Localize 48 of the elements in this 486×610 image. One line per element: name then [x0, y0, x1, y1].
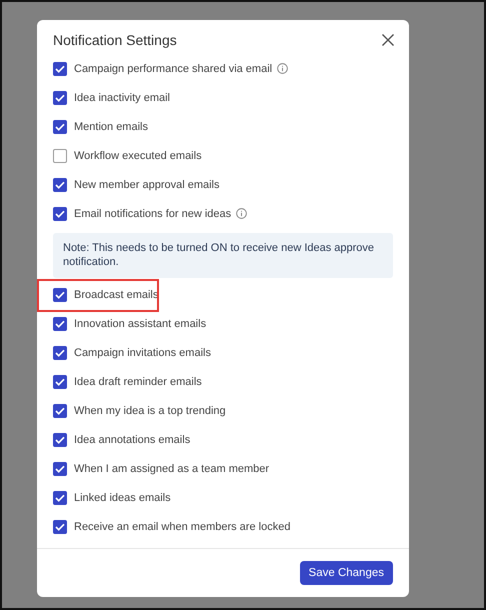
check-icon — [55, 94, 65, 102]
check-icon — [55, 406, 65, 414]
option-label: When my idea is a top trending — [74, 404, 226, 416]
check-icon — [55, 290, 65, 298]
option-label: Email notifications for new ideas — [74, 208, 232, 220]
check-icon — [55, 464, 65, 472]
option-label: Workflow executed emails — [74, 150, 202, 162]
checkbox[interactable] — [53, 490, 67, 504]
checkbox[interactable] — [53, 148, 67, 162]
option-label: Linked ideas emails — [74, 492, 171, 504]
option-label: Idea annotations emails — [74, 434, 190, 446]
checkbox[interactable] — [53, 62, 67, 76]
checkbox[interactable] — [53, 432, 67, 446]
note-text: Note: This needs to be turned ON to receive new Ideas approve notification. — [53, 233, 393, 278]
save-changes-button[interactable]: Save Changes — [300, 561, 393, 585]
option-label: Mention emails — [74, 120, 148, 132]
check-icon — [55, 378, 65, 386]
option-label: Idea draft reminder emails — [74, 376, 202, 388]
option-label: Broadcast emails — [74, 288, 158, 300]
close-button[interactable] — [381, 33, 395, 47]
checkbox[interactable] — [53, 520, 67, 534]
checkbox[interactable] — [53, 462, 67, 476]
option-label: Campaign performance shared via email — [74, 62, 272, 74]
check-icon — [55, 320, 65, 328]
option-label: Innovation assistant emails — [74, 318, 206, 330]
check-icon — [55, 210, 65, 218]
check-icon — [55, 522, 65, 530]
checkbox[interactable] — [53, 316, 67, 330]
option-label: When I am assigned as a team member — [74, 462, 270, 474]
option-label: Campaign invitations emails — [74, 346, 211, 358]
checkbox[interactable] — [53, 346, 67, 360]
option-label: Receive an email when members are locked — [74, 520, 290, 532]
option-label: Idea inactivity email — [74, 92, 170, 104]
check-icon — [55, 180, 65, 188]
check-icon — [55, 122, 65, 130]
option-label: New member approval emails — [74, 178, 220, 190]
checkbox[interactable] — [53, 404, 67, 418]
check-icon — [55, 64, 65, 72]
checkbox[interactable] — [53, 178, 67, 192]
checkbox[interactable] — [53, 90, 67, 104]
check-icon — [55, 436, 65, 444]
dialog-title: Notification Settings — [53, 32, 177, 48]
checkbox[interactable] — [53, 120, 67, 134]
checkbox[interactable] — [53, 206, 67, 220]
check-icon — [55, 494, 65, 502]
check-icon — [55, 348, 65, 356]
checkbox[interactable] — [53, 288, 67, 302]
checkbox[interactable] — [53, 374, 67, 388]
